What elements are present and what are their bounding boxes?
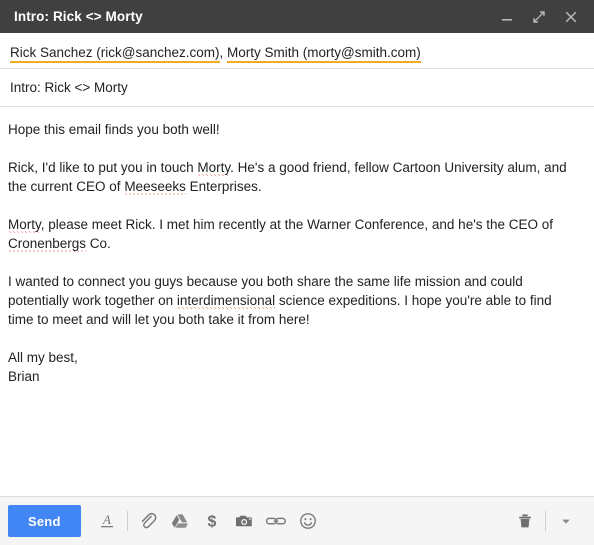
toolbar-divider: [545, 511, 546, 531]
body-paragraph-signoff: All my best,: [8, 348, 574, 367]
body-paragraph-connect: I wanted to connect you guys because you…: [8, 272, 574, 329]
recipient-separator: ,: [219, 45, 228, 60]
body-text: Rick, I'd like to put you in touch: [8, 160, 198, 175]
window-controls: [498, 8, 580, 26]
misspelled-word: interdimensional: [176, 293, 276, 309]
minimize-icon[interactable]: [498, 8, 516, 26]
toolbar-divider: [126, 511, 128, 531]
svg-text:A: A: [102, 512, 111, 527]
recipient-chip[interactable]: Morty Smith (morty@smith.com): [227, 45, 421, 63]
misspelled-word: Morty: [8, 217, 41, 233]
misspelled-word: Meeseeks: [124, 179, 186, 195]
format-text-icon[interactable]: A: [91, 505, 123, 537]
body-text: Co.: [86, 236, 111, 251]
recipient-chip[interactable]: Rick Sanchez (rick@sanchez.com): [10, 45, 220, 63]
body-text: Brian: [8, 369, 40, 384]
recipients-field[interactable]: Rick Sanchez (rick@sanchez.com), Morty S…: [0, 33, 594, 69]
trash-icon[interactable]: [509, 505, 541, 537]
body-text: Hope this email finds you both well!: [8, 122, 220, 137]
paperclip-icon[interactable]: [132, 505, 164, 537]
toolbar-right-tools: [509, 505, 582, 537]
formatting-tools: A $: [91, 505, 324, 537]
svg-text:$: $: [207, 514, 216, 531]
body-text: All my best,: [8, 350, 78, 365]
emoji-icon[interactable]: [292, 505, 324, 537]
body-text: Enterprises.: [185, 179, 262, 194]
compose-email-window: Intro: Rick <> Morty Rick Sanchez (rick@…: [0, 0, 594, 545]
message-body[interactable]: Hope this email finds you both well! Rick…: [0, 107, 594, 545]
subject-field[interactable]: Intro: Rick <> Morty: [0, 69, 594, 107]
window-titlebar: Intro: Rick <> Morty: [0, 0, 594, 33]
misspelled-word: Cronenbergs: [8, 236, 87, 252]
body-text: , please meet Rick. I met him recently a…: [40, 217, 554, 232]
expand-icon[interactable]: [530, 8, 548, 26]
body-paragraph-intro-rick: Rick, I'd like to put you in touch Morty…: [8, 158, 574, 196]
recipients-list: Rick Sanchez (rick@sanchez.com), Morty S…: [10, 45, 421, 63]
compose-toolbar: Send A $: [0, 496, 594, 545]
body-paragraph-signature: Brian: [8, 367, 574, 386]
link-icon[interactable]: [260, 505, 292, 537]
drive-icon[interactable]: [164, 505, 196, 537]
send-button[interactable]: Send: [8, 505, 81, 537]
window-title: Intro: Rick <> Morty: [14, 9, 143, 24]
close-icon[interactable]: [562, 8, 580, 26]
body-paragraph-intro-morty: Morty, please meet Rick. I met him recen…: [8, 215, 574, 253]
body-paragraph-greeting: Hope this email finds you both well!: [8, 120, 574, 139]
misspelled-word: Morty: [197, 160, 231, 176]
subject-value: Intro: Rick <> Morty: [10, 80, 128, 95]
dollar-icon[interactable]: $: [196, 505, 228, 537]
camera-icon[interactable]: [228, 505, 260, 537]
caret-down-icon[interactable]: [550, 505, 582, 537]
